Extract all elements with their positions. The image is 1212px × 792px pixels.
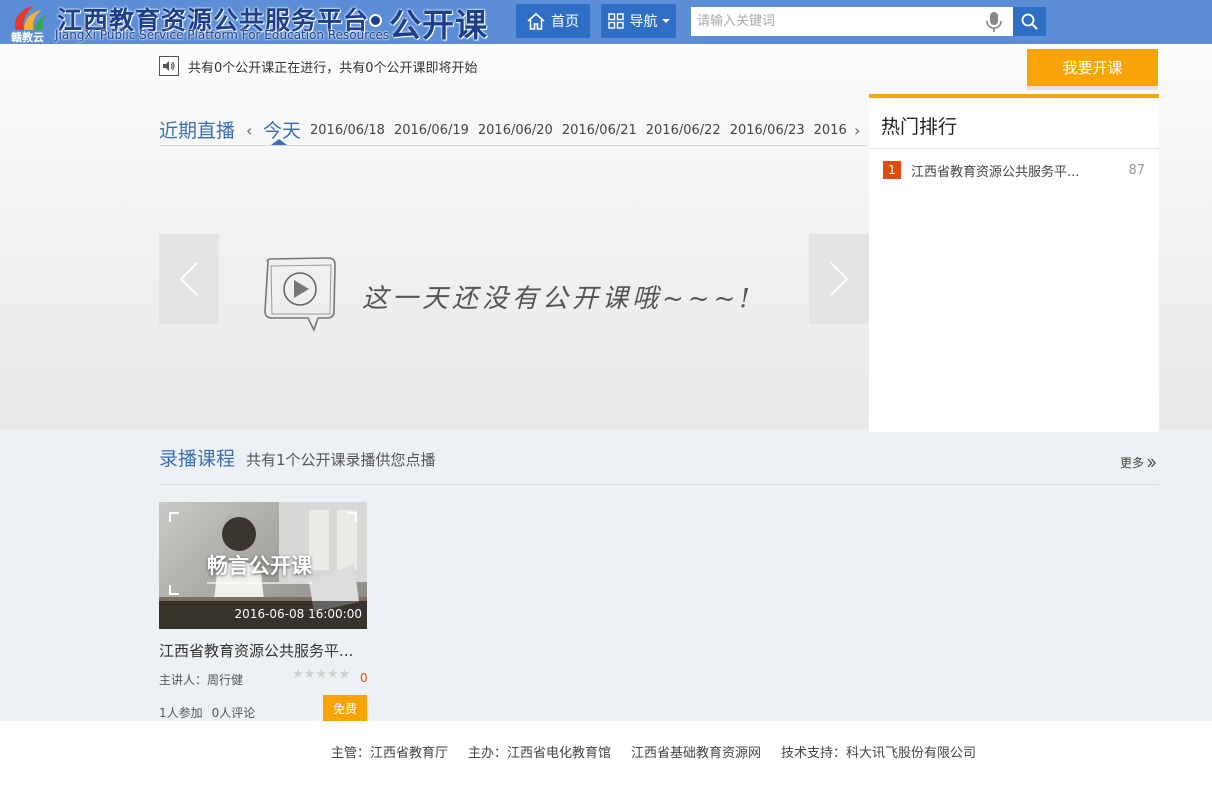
thumbnail-title: 畅言公开课 bbox=[207, 550, 312, 584]
frame-corner bbox=[169, 585, 179, 595]
notice-bar: 共有0个公开课正在进行，共有0个公开课即将开始 bbox=[159, 56, 478, 76]
date-tab[interactable]: 2016/06/24 bbox=[814, 122, 846, 144]
comments-count: 0人评论 bbox=[211, 706, 256, 720]
date-divider bbox=[159, 145, 868, 146]
chevron-right-icon bbox=[830, 262, 849, 296]
hot-ranking-title: 热门排行 bbox=[881, 116, 958, 138]
home-icon bbox=[527, 12, 545, 30]
course-name[interactable]: 江西省教育资源公共服务平... bbox=[159, 640, 367, 661]
hot-item-name: 江西省教育资源公共服务平... bbox=[911, 164, 1080, 180]
frame-corner bbox=[347, 512, 357, 522]
footer-links: 主管：江西省教育厅 主办：江西省电化教育馆 江西省基础教育资源网 技术支持：科大… bbox=[331, 742, 976, 761]
section-title: 公开课 bbox=[389, 6, 489, 44]
date-tab[interactable]: 2016/06/19 bbox=[394, 122, 469, 144]
date-tab[interactable]: 2016/06/20 bbox=[478, 122, 553, 144]
chevron-down-icon bbox=[661, 19, 670, 23]
hot-item-count: 87 bbox=[1128, 162, 1145, 178]
home-button[interactable]: 首页 bbox=[516, 4, 590, 38]
free-badge: 免费 bbox=[323, 695, 367, 722]
star-icon: ★ bbox=[315, 667, 327, 682]
search-button[interactable] bbox=[1013, 7, 1046, 36]
rating-count: 0 bbox=[360, 671, 368, 685]
empty-message: 这一天还没有公开课哦~~~! bbox=[362, 284, 754, 314]
recorded-section-title: 录播课程 bbox=[159, 448, 236, 470]
frame-corner bbox=[169, 512, 179, 522]
star-icon: ★ bbox=[338, 667, 351, 682]
hot-ranking-panel: 热门排行 1 江西省教育资源公共服务平... 87 bbox=[869, 94, 1159, 432]
rating-stars: ★ ★ ★ ★ ★ bbox=[292, 668, 350, 682]
recorded-description: 共有1个公开课录播供您点播 bbox=[246, 451, 436, 469]
hot-ranking-item[interactable]: 1 江西省教育资源公共服务平... 87 bbox=[883, 161, 1145, 180]
open-course-button[interactable]: 我要开课 bbox=[1027, 49, 1158, 86]
date-tabs: 今天 2016/06/18 2016/06/19 2016/06/20 2016… bbox=[263, 116, 846, 144]
star-icon: ★ bbox=[292, 667, 304, 682]
star-icon: ★ bbox=[303, 667, 316, 682]
course-time: 2016-06-08 16:00:00 bbox=[159, 601, 367, 629]
notice-text: 共有0个公开课正在进行，共有0个公开课即将开始 bbox=[188, 60, 478, 76]
logo-caption: 赣教云 bbox=[11, 31, 44, 44]
microphone-icon[interactable] bbox=[985, 11, 1003, 33]
top-header: 赣教云 江西教育资源公共服务平台 JiangXi Public Service … bbox=[0, 0, 1212, 44]
slide-prev-button[interactable] bbox=[159, 234, 219, 324]
slide-next-button[interactable] bbox=[809, 234, 869, 324]
grid-icon bbox=[607, 13, 624, 29]
site-subtitle: JiangXi Public Service Platform For Educ… bbox=[55, 28, 390, 42]
course-stats: 1人参加 0人评论 bbox=[159, 704, 255, 721]
footer-organizer: 主办：江西省电化教育馆 bbox=[468, 746, 612, 761]
star-icon: ★ bbox=[326, 667, 339, 682]
footer-supervisor: 主管：江西省教育厅 bbox=[331, 746, 449, 761]
date-tab[interactable]: 2016/06/18 bbox=[310, 122, 385, 144]
speaker-icon bbox=[159, 56, 179, 76]
date-tab[interactable]: 2016/06/21 bbox=[562, 122, 637, 144]
recorded-divider bbox=[159, 484, 1159, 485]
dates-next-arrow-icon[interactable]: › bbox=[854, 121, 860, 140]
live-section-title: 近期直播 bbox=[159, 120, 236, 142]
home-button-label: 首页 bbox=[551, 14, 579, 30]
hot-ranking-divider bbox=[869, 148, 1159, 149]
more-label: 更多 bbox=[1120, 456, 1145, 470]
search-icon bbox=[1021, 13, 1038, 30]
title-separator-dot bbox=[371, 16, 380, 25]
navigation-menu-button[interactable]: 导航 bbox=[601, 4, 676, 38]
footer-tech-support: 技术支持：科大讯飞股份有限公司 bbox=[781, 746, 977, 761]
footer-resource-site[interactable]: 江西省基础教育资源网 bbox=[631, 742, 761, 761]
chevron-left-icon bbox=[179, 262, 198, 296]
navigation-menu-label: 导航 bbox=[629, 14, 658, 30]
date-tab[interactable]: 2016/06/22 bbox=[646, 122, 721, 144]
video-bubble-icon bbox=[264, 257, 336, 333]
footer: 主管：江西省教育厅 主办：江西省电化教育馆 江西省基础教育资源网 技术支持：科大… bbox=[0, 721, 1212, 792]
more-link[interactable]: 更多 bbox=[1120, 454, 1156, 471]
course-teacher: 主讲人：周行健 bbox=[159, 673, 244, 687]
rank-badge: 1 bbox=[883, 161, 901, 179]
participants-count: 1人参加 bbox=[159, 706, 203, 720]
search-input[interactable] bbox=[691, 7, 1013, 36]
date-tab[interactable]: 2016/06/23 bbox=[730, 122, 805, 144]
course-thumbnail[interactable]: 畅言公开课 2016-06-08 16:00:00 bbox=[159, 502, 367, 629]
double-chevron-right-icon bbox=[1147, 458, 1156, 467]
dates-prev-arrow-icon[interactable]: ‹ bbox=[246, 121, 252, 140]
today-indicator bbox=[271, 139, 287, 145]
